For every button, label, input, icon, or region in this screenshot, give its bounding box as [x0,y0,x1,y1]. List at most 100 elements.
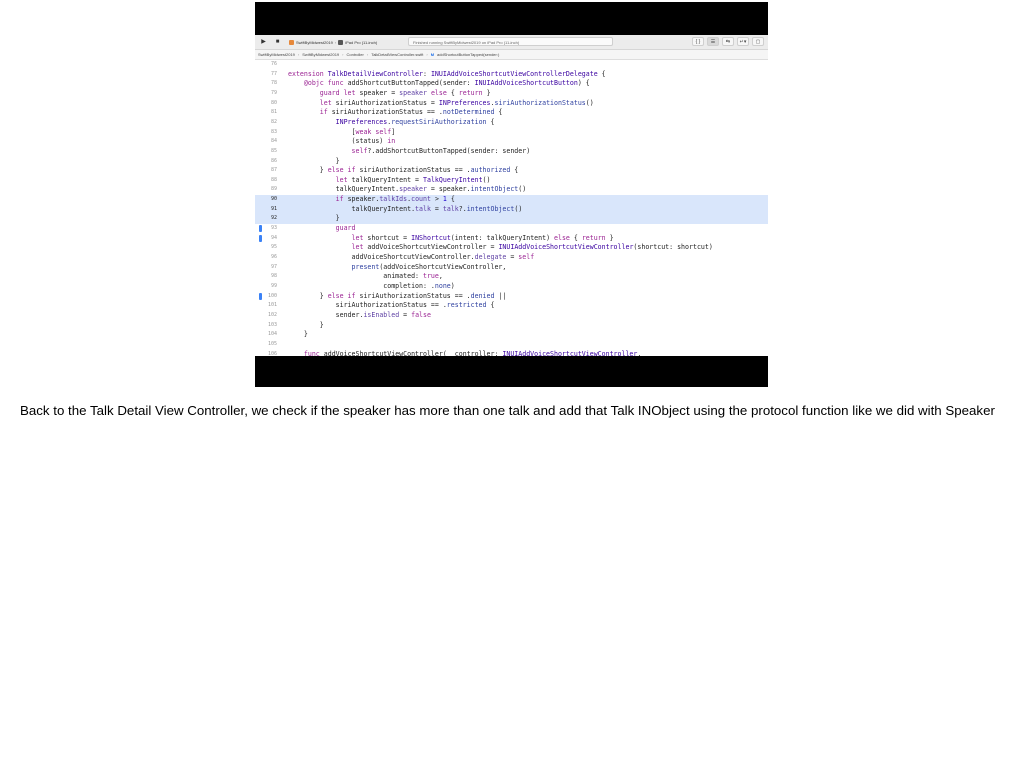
change-marker [259,292,262,300]
code-line[interactable]: 106 func addVoiceShortcutViewController(… [255,350,768,357]
code-token: () [514,204,523,213]
code-line[interactable]: 101 siriAuthorizationStatus == .restrict… [255,301,768,311]
code-line[interactable]: 94 let shortcut = INShortcut(intent: tal… [255,234,768,244]
code-text: let shortcut = INShortcut(intent: talkQu… [288,234,614,244]
code-token: INUIAddVoiceShortcutViewControllerDelega… [430,69,598,78]
editor-mode-buttons: { } ☰ ⇆ ↵▾ ▢ [692,37,764,46]
code-token: TalkDetailViewController [327,69,423,78]
code-line[interactable]: 76 [255,60,768,70]
scheme-selector[interactable]: SwiftByMidwest2019 › iPad Pro (11-inch) [289,38,377,47]
line-number: 78 [270,80,277,87]
code-token: ?.addShortcutButtonTapped(sender: sender… [367,146,531,155]
code-line[interactable]: 84 (status) in [255,137,768,147]
code-token: siriAuthorizationStatus == . [359,166,471,175]
code-line[interactable]: 78 @objc func addShortcutButtonTapped(se… [255,79,768,89]
code-text: guard let speaker = speaker else { retur… [288,89,491,99]
code-token: in [387,137,396,146]
jump-bar: SwiftByMidwest2019 › SwiftByMidwest2019 … [255,50,768,60]
line-number: 95 [270,244,277,251]
slide-caption: Back to the Talk Detail View Controller,… [20,403,995,418]
code-token: TalkQueryIntent [423,175,483,184]
jumpbar-project[interactable]: SwiftByMidwest2019 [258,50,295,59]
code-line[interactable]: 92 } [255,214,768,225]
chevron-right-icon: › [342,52,344,57]
code-text: sender.isEnabled = false [288,311,431,321]
code-line[interactable]: 100 } else if siriAuthorizationStatus ==… [255,292,768,302]
code-line[interactable]: 99 completion: .none) [255,282,768,292]
code-token: restricted [446,301,487,310]
code-text: @objc func addShortcutButtonTapped(sende… [288,79,590,89]
code-line[interactable]: 89 talkQueryIntent.speaker = speaker.int… [255,185,768,195]
xcode-toolbar: ▶ ■ SwiftByMidwest2019 › iPad Pro (11-in… [255,35,768,50]
code-token: self [518,253,535,261]
activity-status: Finished running SwiftByMidwest2019 on i… [408,37,613,46]
code-token: (addVoiceShortcutViewController, [379,262,507,271]
change-marker [259,235,262,242]
code-line[interactable]: 95 let addVoiceShortcutViewController = … [255,243,768,253]
standard-editor-button[interactable]: ☰ [707,37,719,46]
code-token: () [482,175,491,184]
code-token: INUIAddVoiceShortcutButton [474,79,578,88]
code-line[interactable]: 87 } else if siriAuthorizationStatus == … [255,166,768,176]
code-text: self?.addShortcutButtonTapped(sender: se… [288,146,531,157]
source-editor[interactable]: 76 77 extension TalkDetailViewController: … [255,60,768,356]
slide-screenshot-frame: ▶ ■ SwiftByMidwest2019 › iPad Pro (11-in… [255,2,768,387]
line-number: 89 [270,186,277,193]
code-token: } [288,320,324,329]
line-number: 87 [270,167,277,174]
code-line[interactable]: 82 INPreferences.requestSiriAuthorizatio… [255,118,768,128]
version-editor-button[interactable]: ↵▾ [737,37,749,46]
jumpbar-folder[interactable]: Controller [347,50,364,59]
code-token: authorized [470,166,511,175]
code-line[interactable]: 83 [weak self] [255,128,768,138]
code-line[interactable]: 79 guard let speaker = speaker else { re… [255,89,768,99]
code-line[interactable]: 104 } [255,330,768,340]
code-line[interactable]: 103 } [255,321,768,331]
line-number: 106 [267,350,277,357]
code-line[interactable]: 88 let talkQueryIntent = TalkQueryIntent… [255,176,768,186]
code-line[interactable]: 102 sender.isEnabled = false [255,311,768,321]
jumpbar-file[interactable]: TalkDetailViewController.swift [371,50,423,59]
assistant-editor-button[interactable]: ⇆ [722,37,734,46]
code-line[interactable]: 91 talkQueryIntent.talk = talk?.intentOb… [255,204,768,215]
jumpbar-group[interactable]: SwiftByMidwest2019 [302,50,339,59]
code-line[interactable]: 105 [255,340,768,350]
code-line[interactable]: 77 extension TalkDetailViewController: IN… [255,70,768,80]
code-line[interactable]: 85 self?.addShortcutButtonTapped(sender:… [255,147,768,157]
code-line[interactable]: 93 guard [255,224,768,234]
stop-button[interactable]: ■ [272,38,283,47]
line-number: 104 [267,331,277,338]
code-token: { [494,108,503,117]
line-number: 96 [270,254,277,260]
jumpbar-symbol[interactable]: addShortcutButtonTapped(sender:) [437,50,499,59]
code-text: if siriAuthorizationStatus == .notDeterm… [288,108,503,118]
code-line[interactable]: 80 let siriAuthorizationStatus = INPrefe… [255,99,768,109]
code-line[interactable]: 98 animated: true, [255,272,768,282]
code-text: addVoiceShortcutViewController.delegate … [288,253,535,263]
code-line[interactable]: 96 addVoiceShortcutViewController.delega… [255,253,768,263]
code-token: isEnabled [363,310,400,319]
code-text: let talkQueryIntent = TalkQueryIntent() [288,176,491,186]
code-token: = [399,310,412,319]
panel-toggle-button[interactable]: ▢ [752,37,764,46]
code-token: (status) [288,137,388,146]
run-button[interactable]: ▶ [258,38,269,47]
code-line[interactable]: 97 present(addVoiceShortcutViewControlle… [255,263,768,273]
code-line[interactable]: 86 } [255,157,768,167]
code-token: } [288,291,328,300]
library-button[interactable]: { } [692,37,704,46]
code-token: weak self [355,127,392,136]
code-token: talkQueryIntent = [351,175,423,184]
code-line[interactable]: 81 if siriAuthorizationStatus == .notDet… [255,108,768,118]
code-token: return [458,88,483,97]
code-token: INUIAddVoiceShortcutViewController [502,349,638,357]
code-text: talkQueryIntent.talk = talk?.intentObjec… [288,204,523,215]
code-line[interactable]: 90 if speaker.talkIds.count > 1 { [255,195,768,205]
code-token: talkIds [379,195,408,204]
